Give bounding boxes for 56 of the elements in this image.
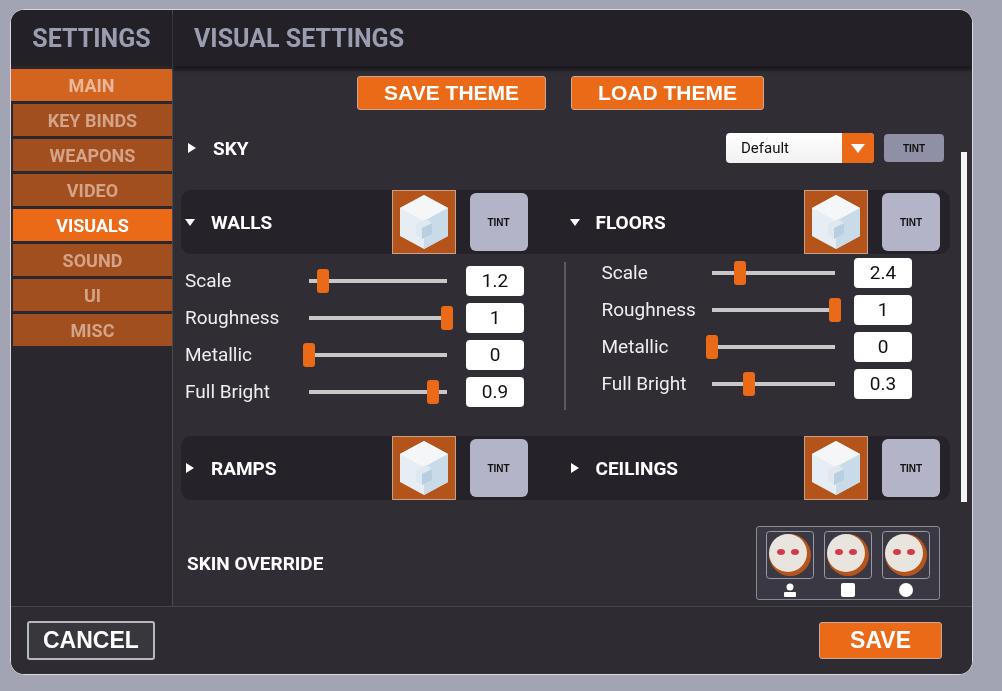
section-label: CEILINGS <box>595 456 679 480</box>
slider-label: Roughness <box>601 298 697 321</box>
value-field[interactable]: 1 <box>466 302 524 333</box>
slider-label: Scale <box>601 261 649 284</box>
cube-texture-icon[interactable] <box>391 190 456 254</box>
value-field[interactable]: 2.4 <box>854 257 912 288</box>
slider-label: Metallic <box>185 343 254 366</box>
sidebar-title: SETTINGS <box>11 10 172 66</box>
value-field[interactable]: 1.2 <box>466 265 524 296</box>
tint-button[interactable]: TINT <box>882 439 940 497</box>
slider-thumb[interactable] <box>427 379 440 404</box>
slider-thumb[interactable] <box>303 342 315 367</box>
skin-thumbnail[interactable] <box>824 531 872 579</box>
page-title: VISUAL SETTINGS <box>173 10 972 66</box>
slider-thumb[interactable] <box>706 334 718 359</box>
slider-label: Metallic <box>601 335 670 358</box>
tint-button[interactable]: TINT <box>884 134 944 162</box>
cube-texture-icon[interactable] <box>804 436 868 500</box>
skin-thumbnail[interactable] <box>766 531 814 579</box>
tint-button[interactable]: TINT <box>469 439 528 497</box>
expand-triangle-icon[interactable] <box>185 462 195 474</box>
tint-button[interactable]: TINT <box>469 193 528 251</box>
scrollbar-thumb[interactable] <box>961 152 967 502</box>
slider-label: Full Bright <box>185 380 271 403</box>
skin-thumbnail[interactable] <box>882 531 930 579</box>
section-label: SKIN OVERRIDE <box>187 551 324 575</box>
collapse-triangle-icon[interactable] <box>185 216 195 228</box>
section-label: FLOORS <box>595 210 666 234</box>
cancel-button[interactable]: CANCEL <box>27 621 155 660</box>
cube-texture-icon[interactable] <box>804 190 868 254</box>
expand-triangle-icon[interactable] <box>187 142 197 154</box>
collapse-triangle-icon[interactable] <box>569 216 580 228</box>
value-field[interactable]: 1 <box>854 294 912 325</box>
slider-label: Scale <box>185 269 233 292</box>
slider-thumb[interactable] <box>734 260 747 285</box>
value-field[interactable]: 0 <box>466 339 524 370</box>
theme-dropdown[interactable]: Default <box>726 133 874 163</box>
value-field[interactable]: 0 <box>854 331 912 362</box>
dropdown-caret-icon[interactable] <box>842 133 874 163</box>
value-field[interactable]: 0.9 <box>466 376 524 407</box>
cube-texture-icon[interactable] <box>391 436 456 500</box>
slider-thumb[interactable] <box>742 371 755 396</box>
slider-thumb[interactable] <box>316 268 329 293</box>
slider-thumb[interactable] <box>441 305 453 330</box>
slider-thumb[interactable] <box>829 297 841 322</box>
section-label: RAMPS <box>211 456 277 480</box>
person-icon <box>784 583 796 597</box>
tint-button[interactable]: TINT <box>882 193 940 251</box>
slider-label: Roughness <box>185 306 281 329</box>
value-field[interactable]: 0.3 <box>854 368 912 399</box>
section-label: SKY <box>213 136 249 160</box>
slider-label: Full Bright <box>601 372 688 395</box>
square-icon <box>841 583 855 597</box>
section-label: WALLS <box>211 210 273 234</box>
circle-icon <box>899 583 913 597</box>
expand-triangle-icon[interactable] <box>569 462 580 474</box>
